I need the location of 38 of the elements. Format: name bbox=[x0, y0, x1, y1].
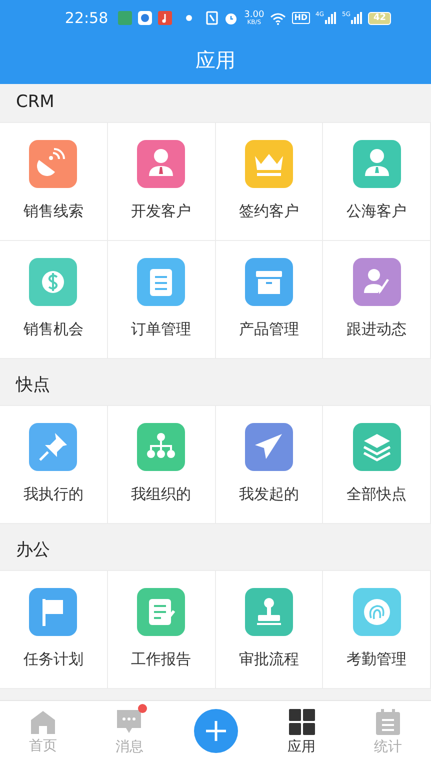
clock: 22:58 bbox=[64, 8, 108, 29]
network-speed: 3.00 bbox=[244, 10, 264, 20]
signal-icon bbox=[351, 12, 362, 24]
app-tile[interactable]: 产品管理 bbox=[216, 241, 324, 359]
app-tile[interactable]: 跟进动态 bbox=[323, 241, 431, 359]
home-icon bbox=[30, 710, 56, 734]
app-tile[interactable]: 全部快点 bbox=[323, 406, 431, 524]
dot-icon bbox=[186, 15, 192, 21]
app-tile[interactable]: 任务计划 bbox=[0, 571, 108, 689]
app-tile[interactable]: 开发客户 bbox=[108, 123, 216, 241]
app-tile[interactable]: 订单管理 bbox=[108, 241, 216, 359]
wifi-icon bbox=[270, 12, 286, 24]
music-icon bbox=[158, 11, 172, 25]
section-title: 办公 bbox=[16, 539, 50, 562]
app-tile[interactable]: 审批流程 bbox=[216, 571, 324, 689]
calendar-icon bbox=[374, 709, 401, 735]
section-title: CRM bbox=[16, 91, 54, 114]
section-title: 快点 bbox=[16, 374, 50, 398]
app-tile[interactable]: 我执行的 bbox=[0, 406, 108, 524]
app-tile[interactable]: 我组织的 bbox=[108, 406, 216, 524]
app-tile[interactable]: 签约客户 bbox=[216, 123, 324, 241]
chat-icon bbox=[116, 709, 142, 735]
app-tile[interactable]: 考勤管理 bbox=[323, 571, 431, 689]
app-tile[interactable]: 我发起的 bbox=[216, 406, 324, 524]
hd-label: HD bbox=[292, 12, 310, 24]
nav-tab[interactable]: 应用 bbox=[280, 703, 324, 758]
app-tile[interactable]: 销售线索 bbox=[0, 123, 108, 241]
app-tile[interactable]: 工作报告 bbox=[108, 571, 216, 689]
app-icon bbox=[138, 11, 152, 25]
signal-icon bbox=[325, 12, 336, 24]
add-button[interactable] bbox=[194, 708, 238, 752]
plus-icon bbox=[204, 720, 226, 742]
grid-icon bbox=[288, 709, 315, 735]
app-icon bbox=[118, 11, 132, 25]
app-tile[interactable]: 销售机会 bbox=[0, 241, 108, 359]
app-tile[interactable]: 公海客户 bbox=[323, 123, 431, 241]
battery-indicator: 42 bbox=[368, 12, 391, 24]
page-title: 应用 bbox=[196, 47, 236, 74]
